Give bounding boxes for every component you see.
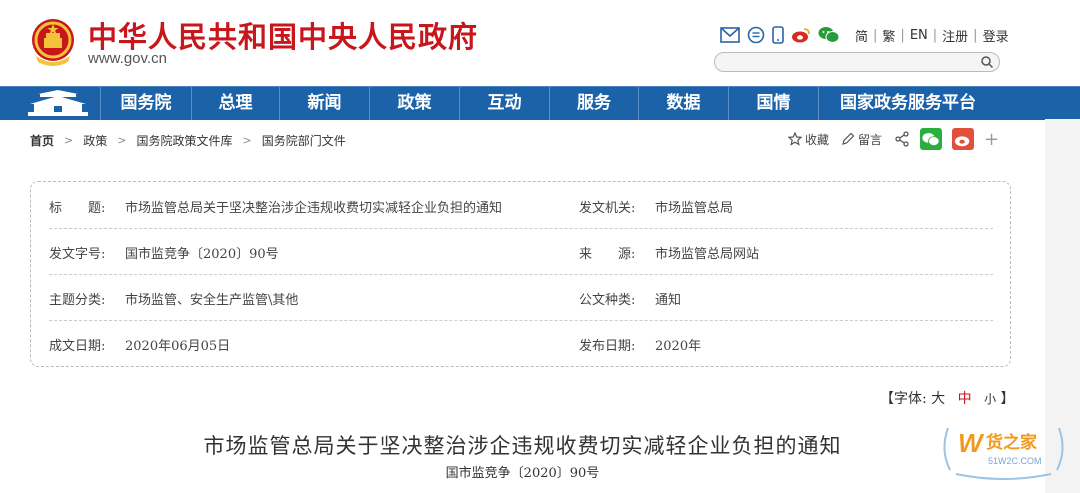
info-row: 主题分类: 市场监管、安全生产监管\其他 公文种类: 通知	[49, 274, 993, 321]
font-large-button[interactable]: 大	[931, 391, 945, 407]
breadcrumb-home[interactable]: 首页	[30, 132, 54, 149]
published-date-value: 2020年	[655, 339, 702, 354]
wechat-share-button[interactable]	[920, 128, 943, 150]
traditional-link[interactable]: 繁	[882, 26, 895, 45]
nav-interaction[interactable]: 互动	[459, 87, 549, 120]
weibo-icon	[954, 135, 970, 146]
source-label: 来 源:	[579, 247, 636, 262]
breadcrumb-policy[interactable]: 政策	[83, 132, 107, 149]
breadcrumb: 首页 > 政策 > 国务院政策文件库 > 国务院部门文件	[30, 132, 346, 149]
pencil-icon	[842, 132, 855, 145]
wechat-icon[interactable]	[818, 26, 840, 44]
written-date-label: 成文日期:	[49, 339, 106, 354]
main-nav: 国务院 总理 新闻 政策 互动 服务 数据 国情 国家政务服务平台	[0, 86, 1080, 120]
doctype-value: 通知	[655, 293, 682, 308]
share-icon[interactable]	[894, 131, 910, 147]
document-number: 国市监竞争〔2020〕90号	[445, 466, 600, 481]
docno-label: 发文字号:	[49, 247, 106, 262]
document-info-table: 标 题: 市场监管总局关于坚决整治涉企违规收费切实减轻企业负担的通知 发文机关:…	[30, 181, 1011, 367]
docno-value: 国市监竞争〔2020〕90号	[125, 247, 279, 262]
language-login-links: 简 | 繁 | EN | 注册 | 登录	[855, 26, 1009, 45]
chevron-right-icon: >	[117, 134, 127, 147]
search-input[interactable]	[714, 52, 1000, 72]
info-row: 标 题: 市场监管总局关于坚决整治涉企违规收费切实减轻企业负担的通知 发文机关:…	[49, 182, 993, 229]
info-row: 成文日期: 2020年06月05日 发布日期: 2020年	[49, 320, 993, 366]
nav-gov-service-platform[interactable]: 国家政务服务平台	[818, 87, 997, 120]
chevron-right-icon: >	[242, 134, 252, 147]
breadcrumb-bar: 首页 > 政策 > 国务院政策文件库 > 国务院部门文件 收藏 留言 +	[0, 120, 1045, 160]
english-link[interactable]: EN	[910, 28, 928, 43]
mail-icon[interactable]	[720, 27, 740, 43]
published-date-label: 发布日期:	[579, 339, 636, 354]
topic-label: 主题分类:	[49, 293, 106, 308]
favorite-button[interactable]: 收藏	[788, 131, 829, 148]
chat-bubble-icon[interactable]	[747, 26, 765, 44]
star-icon	[788, 132, 802, 146]
title-value: 市场监管总局关于坚决整治涉企违规收费切实减轻企业负担的通知	[125, 201, 503, 216]
font-size-switcher: 【字体: 大 中 小 】	[880, 388, 1015, 408]
issuer-value: 市场监管总局	[655, 201, 734, 216]
chevron-right-icon: >	[64, 134, 74, 147]
top-toolbar: 简 | 繁 | EN | 注册 | 登录	[720, 24, 1009, 46]
topic-value: 市场监管、安全生产监管\其他	[125, 293, 299, 308]
doctype-label: 公文种类:	[579, 293, 636, 308]
site-header: 中华人民共和国中央人民政府 www.gov.cn 简 | 繁 | EN | 注册 | 登…	[0, 0, 1080, 86]
tiananmen-logo-icon[interactable]	[26, 90, 90, 117]
font-small-button[interactable]: 小	[984, 392, 996, 406]
simplified-link[interactable]: 简	[855, 26, 868, 45]
title-label: 标 题:	[49, 201, 106, 216]
source-value: 市场监管总局网站	[655, 247, 760, 262]
nav-data[interactable]: 数据	[638, 87, 728, 120]
issuer-label: 发文机关:	[579, 201, 636, 216]
search-icon[interactable]	[980, 55, 994, 69]
font-size-label: 【字体:	[880, 391, 927, 407]
comment-label: 留言	[858, 132, 883, 147]
divider: |	[932, 27, 938, 43]
weibo-share-button[interactable]	[952, 128, 975, 150]
nav-guowuyuan[interactable]: 国务院	[100, 87, 191, 120]
nav-news[interactable]: 新闻	[279, 87, 369, 120]
weibo-icon[interactable]	[791, 27, 811, 43]
breadcrumb-department-docs[interactable]: 国务院部门文件	[262, 132, 346, 149]
watermark-brand: 货之家	[986, 432, 1037, 453]
svg-text:W: W	[958, 428, 985, 458]
more-share-icon[interactable]: +	[984, 129, 999, 150]
watermark-logo: W 货之家 51W2C.COM	[943, 427, 1064, 480]
info-row: 发文字号: 国市监竞争〔2020〕90号 来 源: 市场监管总局网站	[49, 228, 993, 275]
share-toolbar: 收藏 留言 +	[788, 126, 999, 152]
nav-premier[interactable]: 总理	[191, 87, 279, 120]
divider: |	[900, 27, 905, 43]
national-emblem-icon[interactable]	[30, 16, 76, 68]
font-medium-button[interactable]: 中	[958, 391, 972, 407]
nav-policy[interactable]: 政策	[369, 87, 459, 120]
font-size-close: 】	[1000, 391, 1015, 407]
nav-services[interactable]: 服务	[549, 87, 638, 120]
breadcrumb-policy-library[interactable]: 国务院政策文件库	[136, 132, 232, 149]
nav-national-info[interactable]: 国情	[728, 87, 818, 120]
register-link[interactable]: 注册	[942, 26, 968, 45]
favorite-label: 收藏	[805, 132, 830, 147]
watermark-url: 51W2C.COM	[988, 456, 1042, 466]
divider: |	[973, 27, 978, 43]
site-url[interactable]: www.gov.cn	[88, 50, 167, 67]
written-date-value: 2020年06月05日	[125, 339, 231, 354]
wechat-icon	[922, 132, 940, 146]
login-link[interactable]: 登录	[983, 26, 1009, 45]
comment-button[interactable]: 留言	[841, 131, 882, 148]
mobile-icon[interactable]	[772, 26, 784, 44]
divider: |	[873, 27, 878, 43]
document-title: 市场监管总局关于坚决整治涉企违规收费切实减轻企业负担的通知	[203, 434, 842, 458]
